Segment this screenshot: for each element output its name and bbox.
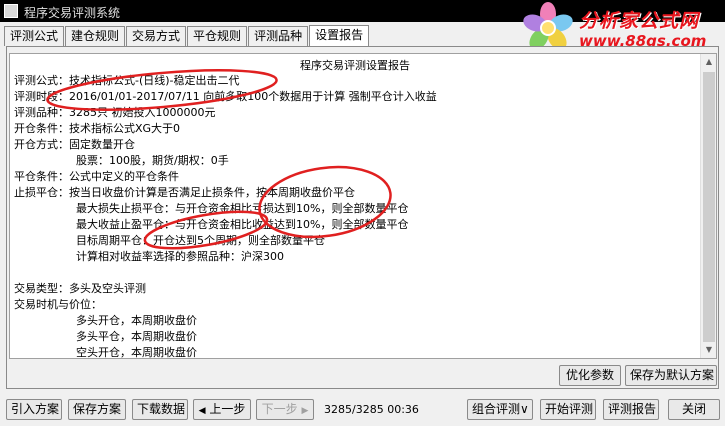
save-as-default-button[interactable]: 保存为默认方案 — [625, 365, 717, 386]
report-line: 平仓条件：公式中定义的平仓条件 — [14, 170, 179, 183]
tab-open-rules[interactable]: 建仓规则 — [65, 26, 126, 46]
scroll-down-icon[interactable]: ▼ — [701, 342, 716, 358]
tab-close-rules[interactable]: 平仓规则 — [187, 26, 248, 46]
report-text-area[interactable]: 程序交易评测设置报告 评测公式：技术指标公式-(日线)-稳定出击二代评测时段：2… — [9, 53, 717, 359]
report-line: 开仓方式：固定数量开仓 — [14, 138, 135, 151]
prev-arrow-icon: ◀ — [198, 406, 206, 416]
prev-step-button[interactable]: ◀ 上一步 — [193, 399, 251, 420]
tab-settings-report[interactable]: 设置报告 — [309, 25, 370, 46]
report-lines: 评测公式：技术指标公式-(日线)-稳定出击二代评测时段：2016/01/01-2… — [14, 73, 694, 359]
settings-report-panel: 程序交易评测设置报告 评测公式：技术指标公式-(日线)-稳定出击二代评测时段：2… — [6, 46, 719, 389]
report-line: 开仓条件：技术指标公式XG大于0 — [14, 122, 181, 135]
report-line: 止损平仓：按当日收盘价计算是否满足止损条件，按本周期收盘价平仓 — [14, 186, 355, 199]
elapsed-time: 00:36 — [387, 403, 419, 416]
dropdown-chevron-icon: ∨ — [520, 402, 529, 416]
combine-eval-label: 组合评测 — [472, 402, 521, 416]
report-line: 评测品种：3285只 初始投入1000000元 — [14, 106, 216, 119]
report-line: 最大损失止损平仓：与开仓资金相比亏损达到10%，则全部数量平仓 — [76, 202, 409, 215]
report-line: 评测公式：技术指标公式-(日线)-稳定出击二代 — [14, 74, 240, 87]
save-scheme-button[interactable]: 保存方案 — [68, 399, 126, 420]
report-line: 交易类型：多头及空头评测 — [14, 282, 146, 295]
report-line: 交易时机与价位： — [14, 298, 102, 311]
download-data-button[interactable]: 下载数据 — [132, 399, 188, 420]
combine-eval-button[interactable]: 组合评测∨ — [467, 399, 533, 420]
optimize-params-button[interactable]: 优化参数 — [559, 365, 621, 386]
report-line: 空头开仓，本周期收盘价 — [76, 346, 197, 359]
progress-count: 3285/3285 — [324, 403, 384, 416]
report-title: 程序交易评测设置报告 — [300, 59, 410, 72]
eval-report-button[interactable]: 评测报告 — [603, 399, 659, 420]
report-line: 目标周期平仓：开仓达到5个周期，则全部数量平仓 — [76, 234, 325, 247]
next-step-label: 下一步 — [261, 402, 298, 416]
scroll-up-icon[interactable]: ▲ — [701, 54, 716, 70]
report-line: 多头开仓，本周期收盘价 — [76, 314, 197, 327]
report-line: 股票：100股，期货/期权：0手 — [76, 154, 229, 167]
tab-formula[interactable]: 评测公式 — [4, 26, 65, 46]
start-eval-button[interactable]: 开始评测 — [540, 399, 596, 420]
window-title: 程序交易评测系统 — [24, 6, 121, 20]
next-arrow-icon: ▶ — [301, 406, 309, 416]
logo-brand-text: 分析家公式网 — [579, 10, 700, 32]
prev-step-label: 上一步 — [209, 402, 246, 416]
report-line: 评测时段：2016/01/01-2017/07/11 向前多取100个数据用于计… — [14, 90, 437, 103]
report-line: 最大收益止盈平仓：与开仓资金相比收益达到10%，则全部数量平仓 — [76, 218, 409, 231]
tab-instruments[interactable]: 评测品种 — [248, 26, 309, 46]
vertical-scrollbar[interactable]: ▲ ▼ — [700, 54, 716, 358]
report-line: 计算相对收益率选择的参照品种：沪深300 — [76, 250, 284, 263]
close-button[interactable]: 关闭 — [668, 399, 720, 420]
app-icon — [4, 4, 18, 18]
import-scheme-button[interactable]: 引入方案 — [6, 399, 62, 420]
tab-strip: 评测公式 建仓规则 交易方式 平仓规则 评测品种 设置报告 — [4, 25, 370, 46]
scrollbar-thumb[interactable] — [703, 72, 715, 342]
next-step-button[interactable]: 下一步 ▶ — [256, 399, 314, 420]
report-line: 多头平仓，本周期收盘价 — [76, 330, 197, 343]
report-line — [14, 265, 694, 281]
status-readout: 3285/3285 00:36 — [324, 403, 419, 416]
tab-trade-mode[interactable]: 交易方式 — [126, 26, 187, 46]
